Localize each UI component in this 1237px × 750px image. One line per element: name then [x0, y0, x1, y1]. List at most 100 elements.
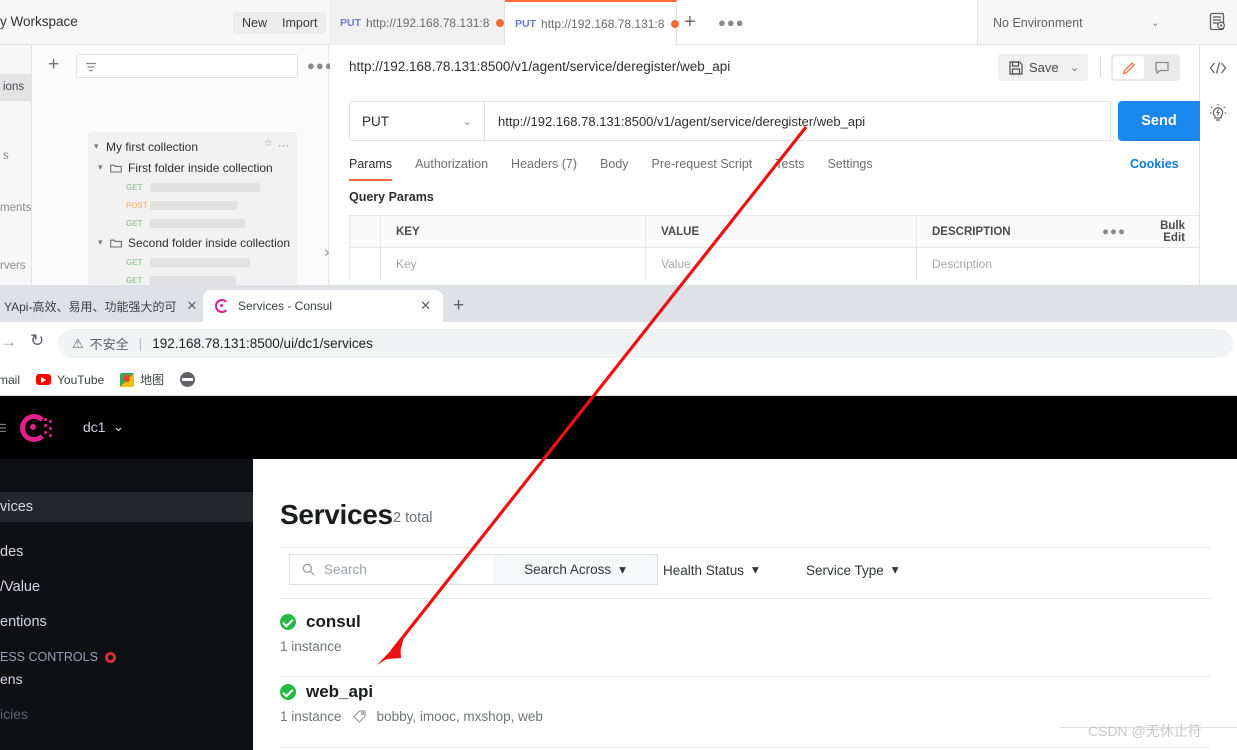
- chrome-browser: YApi-高效、易用、功能强大的可 ✕ Services - Consul ✕ …: [0, 285, 1237, 750]
- bookmark-other[interactable]: [180, 372, 196, 387]
- rail-item-collections[interactable]: ions: [0, 74, 32, 101]
- search-across-dropdown[interactable]: Search Across ▾: [493, 554, 658, 585]
- tab-authorization[interactable]: Authorization: [415, 157, 488, 181]
- menu-icon[interactable]: ☰: [0, 422, 7, 435]
- folder-name: Second folder inside collection: [128, 235, 291, 250]
- chevron-down-icon[interactable]: ▾: [94, 141, 106, 152]
- http-method-select[interactable]: PUT ⌄: [349, 101, 485, 141]
- tab-tests[interactable]: Tests: [775, 157, 804, 181]
- folder-row[interactable]: ▾ Second folder inside collection: [88, 232, 297, 253]
- consul-logo-dots-icon: [44, 418, 56, 438]
- request-row[interactable]: GET: [88, 178, 297, 196]
- close-icon[interactable]: ✕: [186, 298, 197, 314]
- table-more-icon[interactable]: ●●●: [1088, 226, 1140, 238]
- bookmark-label: 地图: [140, 373, 165, 387]
- chevron-down-icon[interactable]: ▾: [98, 237, 110, 248]
- bookmark-gmail[interactable]: mail: [0, 373, 20, 387]
- security-indicator[interactable]: ⚠ 不安全: [72, 334, 129, 353]
- save-button[interactable]: Save: [998, 54, 1070, 81]
- lightbulb-icon[interactable]: [1208, 103, 1228, 128]
- save-options-button[interactable]: ⌄: [1061, 54, 1088, 81]
- warning-icon: ⚠: [72, 335, 84, 351]
- bulk-edit-button[interactable]: Bulk Edit: [1140, 220, 1199, 244]
- security-label: 不安全: [89, 337, 129, 352]
- sidebar-item-intentions[interactable]: entions: [0, 607, 253, 637]
- collection-header[interactable]: ▾ My first collection ☆ ⋯: [88, 136, 297, 157]
- column-header-description: DESCRIPTION: [932, 225, 1011, 238]
- new-button[interactable]: New: [233, 12, 277, 34]
- bookmark-maps[interactable]: 地图: [120, 371, 164, 388]
- star-icon[interactable]: ☆: [264, 138, 273, 149]
- add-collection-button[interactable]: +: [48, 55, 59, 74]
- sidebar-item-key-value[interactable]: /Value: [0, 572, 253, 602]
- request-row[interactable]: POST: [88, 196, 297, 214]
- environment-selector[interactable]: No Environment ⌄: [977, 0, 1190, 45]
- send-button[interactable]: Send: [1118, 101, 1200, 141]
- postman-top-bar: y Workspace New Import PUT http://192.16…: [0, 0, 1237, 45]
- service-name-row: web_api: [280, 682, 1211, 702]
- table-row[interactable]: Key Value Description: [350, 248, 1199, 280]
- sidebar-filter-input[interactable]: [76, 54, 298, 78]
- bookmark-youtube[interactable]: YouTube: [36, 373, 104, 387]
- tab-pre-request-script[interactable]: Pre-request Script: [652, 157, 753, 181]
- tab-body[interactable]: Body: [600, 157, 629, 181]
- request-name-placeholder: [150, 275, 236, 285]
- cookies-link[interactable]: Cookies: [1130, 157, 1179, 171]
- datacenter-label: dc1: [83, 418, 106, 435]
- request-row[interactable]: GET: [88, 271, 297, 285]
- close-icon[interactable]: ✕: [420, 298, 431, 314]
- bookmark-label: mail: [0, 372, 21, 387]
- datacenter-selector[interactable]: dc1 ⌄: [83, 418, 124, 435]
- sidebar-expand-icon[interactable]: ›: [324, 242, 330, 262]
- sidebar-item-nodes[interactable]: des: [0, 537, 253, 567]
- request-row[interactable]: GET: [88, 214, 297, 232]
- service-type-filter[interactable]: Service Type ▾: [806, 562, 899, 578]
- divider: [280, 676, 1211, 677]
- new-tab-button[interactable]: +: [684, 12, 696, 32]
- sidebar-item-services[interactable]: vices: [0, 492, 253, 522]
- search-input[interactable]: Search: [289, 554, 494, 585]
- import-button[interactable]: Import: [273, 12, 327, 34]
- rail-item-mock-servers[interactable]: rvers: [0, 260, 26, 272]
- row-checkbox-cell[interactable]: [350, 248, 381, 280]
- health-passing-icon: [280, 614, 296, 630]
- tab-params[interactable]: Params: [349, 157, 393, 181]
- service-row-web-api[interactable]: web_api 1 instance bobby, imooc, mxshop,…: [280, 682, 1211, 724]
- service-row-consul[interactable]: consul 1 instance: [280, 612, 1211, 654]
- postman-app: y Workspace New Import PUT http://192.16…: [0, 0, 1237, 285]
- tab-headers[interactable]: Headers (7): [511, 157, 577, 181]
- folder-row[interactable]: ▾ First folder inside collection: [88, 157, 297, 178]
- description-input[interactable]: Description: [917, 248, 1088, 280]
- comment-mode-button[interactable]: [1146, 56, 1177, 79]
- tab-settings[interactable]: Settings: [827, 157, 872, 181]
- request-row[interactable]: GET: [88, 253, 297, 271]
- workspace-label[interactable]: y Workspace: [0, 14, 78, 29]
- browser-tab-consul[interactable]: Services - Consul ✕: [203, 290, 443, 322]
- code-snippet-icon[interactable]: [1208, 60, 1228, 81]
- rail-item-environments[interactable]: ments: [0, 202, 31, 214]
- health-status-filter[interactable]: Health Status ▾: [663, 562, 759, 578]
- environment-quick-look-icon[interactable]: [1208, 12, 1227, 36]
- search-placeholder: Search: [324, 562, 367, 577]
- chevron-down-icon: ▾: [752, 562, 759, 577]
- request-url-value: http://192.168.78.131:8500/v1/agent/serv…: [498, 113, 866, 129]
- bookmarks-bar: mail YouTube 地图: [0, 364, 1237, 396]
- new-tab-button[interactable]: +: [453, 296, 464, 315]
- browser-tab-yapi[interactable]: YApi-高效、易用、功能强大的可 ✕: [0, 290, 200, 322]
- request-url-input[interactable]: http://192.168.78.131:8500/v1/agent/serv…: [485, 101, 1111, 141]
- sidebar-item-policies[interactable]: icies: [0, 706, 28, 722]
- request-tab-2[interactable]: PUT http://192.168.78.131:8: [505, 0, 680, 45]
- collection-more-icon[interactable]: ⋯: [278, 139, 290, 152]
- value-input[interactable]: Value: [646, 248, 917, 280]
- sidebar-item-tokens[interactable]: ens: [0, 671, 23, 687]
- edit-mode-button[interactable]: [1113, 56, 1144, 79]
- key-input[interactable]: Key: [381, 248, 646, 280]
- forward-icon[interactable]: →: [0, 332, 17, 352]
- address-bar[interactable]: ⚠ 不安全 | 192.168.78.131:8500/ui/dc1/servi…: [58, 329, 1233, 358]
- tabs-more-icon[interactable]: ●●●: [718, 15, 745, 30]
- reload-icon[interactable]: ↻: [30, 331, 44, 351]
- request-tab-1[interactable]: PUT http://192.168.78.131:8: [330, 0, 505, 45]
- save-label: Save: [1029, 60, 1059, 75]
- chevron-down-icon[interactable]: ▾: [98, 162, 110, 173]
- rail-item-apis[interactable]: s: [0, 150, 9, 162]
